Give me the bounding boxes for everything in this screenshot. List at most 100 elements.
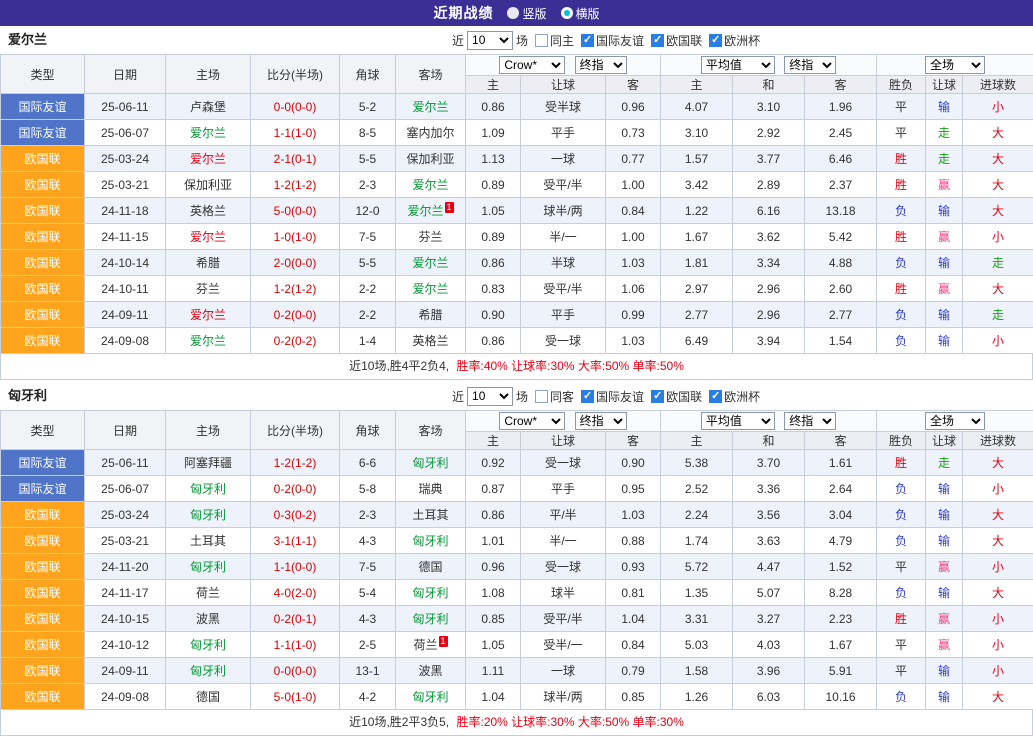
- layout-horizontal-option[interactable]: 横版: [561, 5, 600, 22]
- crown-odds-cell: 0.99: [606, 302, 661, 328]
- team-name: 瑞典: [418, 482, 442, 496]
- summary-rates: 胜率:40% 让球率:30% 大率:50% 单率:50%: [456, 359, 683, 373]
- match-row: 欧国联24-11-17荷兰4-0(2-0)5-4匈牙利1.08球半0.811.3…: [1, 580, 1033, 606]
- score-cell: 0-2(0-0): [251, 302, 340, 328]
- away-team-cell: 塞内加尔: [396, 120, 466, 146]
- summary-record: 近10场,胜2平3负5,: [349, 715, 449, 729]
- scope-select[interactable]: 全场: [925, 412, 985, 430]
- filter-nations-league[interactable]: 欧国联: [651, 388, 702, 405]
- same-venue-filter[interactable]: 同客: [535, 388, 574, 405]
- same-venue-checkbox[interactable]: [535, 34, 548, 47]
- crown-odds-cell: 受半球: [521, 94, 606, 120]
- euro-label: 欧洲杯: [724, 388, 760, 405]
- score-cell: 2-0(0-0): [251, 250, 340, 276]
- filters-bar: 近 10 场 同客 国际友谊 欧国联 欧洲杯: [452, 382, 760, 410]
- league-cell: 欧国联: [1, 528, 85, 554]
- crown-odds-cell: 球半/两: [521, 198, 606, 224]
- result-cell: 负: [877, 528, 926, 554]
- nations-league-label: 欧国联: [666, 388, 702, 405]
- filter-friendly[interactable]: 国际友谊: [581, 388, 644, 405]
- layout-vertical-option[interactable]: 竖版: [507, 5, 546, 22]
- euro-checkbox[interactable]: [709, 34, 722, 47]
- layout-horizontal-radio[interactable]: [561, 7, 573, 19]
- match-row: 欧国联24-09-11爱尔兰0-2(0-0)2-2希腊0.90平手0.992.7…: [1, 302, 1033, 328]
- team-name: 塞内加尔: [406, 126, 454, 140]
- nations-league-checkbox[interactable]: [651, 34, 664, 47]
- team-name: 爱尔兰: [190, 334, 226, 348]
- bookmaker-select[interactable]: Crow*: [499, 412, 565, 430]
- team-name: 爱尔兰: [412, 100, 448, 114]
- match-row: 欧国联25-03-21保加利亚1-2(1-2)2-3爱尔兰0.89受平/半1.0…: [1, 172, 1033, 198]
- result-cell: 平: [877, 658, 926, 684]
- odds-source-select[interactable]: 平均值: [701, 412, 775, 430]
- corner-cell: 5-5: [340, 146, 396, 172]
- sub-col-away-odds: 客: [606, 76, 661, 94]
- sub-col-lose: 客: [805, 432, 877, 450]
- crown-odds-cell: 1.06: [606, 276, 661, 302]
- layout-vertical-radio[interactable]: [507, 7, 519, 19]
- result-cell: 大: [963, 580, 1033, 606]
- euro-odds-header: 平均值 终指: [661, 411, 877, 432]
- team-name: 爱尔兰: [190, 230, 226, 244]
- avg-odds-cell: 2.52: [661, 476, 733, 502]
- euro-index-select[interactable]: 终指: [784, 412, 836, 430]
- nations-league-checkbox[interactable]: [651, 390, 664, 403]
- crown-odds-cell: 0.77: [606, 146, 661, 172]
- away-team-cell: 荷兰1: [396, 632, 466, 658]
- result-cell: 走: [963, 250, 1033, 276]
- team-title: 匈牙利: [8, 382, 47, 410]
- date-cell: 24-09-08: [85, 684, 166, 710]
- corner-cell: 8-5: [340, 120, 396, 146]
- col-date: 日期: [85, 55, 166, 94]
- crown-odds-cell: 0.86: [466, 502, 521, 528]
- col-type: 类型: [1, 55, 85, 94]
- filter-euro[interactable]: 欧洲杯: [709, 32, 760, 49]
- avg-odds-cell: 3.42: [661, 172, 733, 198]
- same-venue-filter[interactable]: 同主: [535, 32, 574, 49]
- friendly-checkbox[interactable]: [581, 34, 594, 47]
- team-name: 阿塞拜疆: [184, 456, 232, 470]
- team-name: 土耳其: [190, 534, 226, 548]
- corner-cell: 12-0: [340, 198, 396, 224]
- avg-odds-cell: 1.74: [661, 528, 733, 554]
- layout-horizontal-label: 横版: [576, 5, 600, 22]
- crown-odds-cell: 球半: [521, 580, 606, 606]
- avg-odds-cell: 1.61: [805, 450, 877, 476]
- match-row: 国际友谊25-06-07爱尔兰1-1(1-0)8-5塞内加尔1.09平手0.73…: [1, 120, 1033, 146]
- match-count-select[interactable]: 10: [467, 31, 513, 50]
- score-cell: 1-2(1-2): [251, 172, 340, 198]
- result-cell: 小: [963, 224, 1033, 250]
- team-name: 荷兰: [196, 586, 220, 600]
- avg-odds-cell: 2.24: [661, 502, 733, 528]
- corner-cell: 4-3: [340, 606, 396, 632]
- avg-odds-cell: 4.03: [733, 632, 805, 658]
- euro-index-select[interactable]: 终指: [784, 56, 836, 74]
- same-venue-checkbox[interactable]: [535, 390, 548, 403]
- bookmaker-select[interactable]: Crow*: [499, 56, 565, 74]
- away-team-cell: 波黑: [396, 658, 466, 684]
- odds-source-select[interactable]: 平均值: [701, 56, 775, 74]
- euro-checkbox[interactable]: [709, 390, 722, 403]
- crown-odds-cell: 0.86: [466, 328, 521, 354]
- result-cell: 负: [877, 328, 926, 354]
- away-team-cell: 爱尔兰: [396, 276, 466, 302]
- handicap-index-select[interactable]: 终指: [575, 412, 627, 430]
- crown-odds-cell: 1.03: [606, 502, 661, 528]
- result-cell: 赢: [926, 632, 963, 658]
- scope-select[interactable]: 全场: [925, 56, 985, 74]
- match-row: 欧国联24-10-14希腊2-0(0-0)5-5爱尔兰0.86半球1.031.8…: [1, 250, 1033, 276]
- result-cell: 大: [963, 450, 1033, 476]
- filter-euro[interactable]: 欧洲杯: [709, 388, 760, 405]
- filter-friendly[interactable]: 国际友谊: [581, 32, 644, 49]
- team-name: 芬兰: [418, 230, 442, 244]
- handicap-index-select[interactable]: 终指: [575, 56, 627, 74]
- crown-odds-cell: 一球: [521, 658, 606, 684]
- filter-nations-league[interactable]: 欧国联: [651, 32, 702, 49]
- sub-col-handicap-result: 让球: [926, 76, 963, 94]
- home-team-cell: 希腊: [166, 250, 251, 276]
- score-cell: 1-2(1-2): [251, 450, 340, 476]
- match-count-select[interactable]: 10: [467, 387, 513, 406]
- crown-odds-cell: 受一球: [521, 554, 606, 580]
- friendly-checkbox[interactable]: [581, 390, 594, 403]
- result-cell: 大: [963, 198, 1033, 224]
